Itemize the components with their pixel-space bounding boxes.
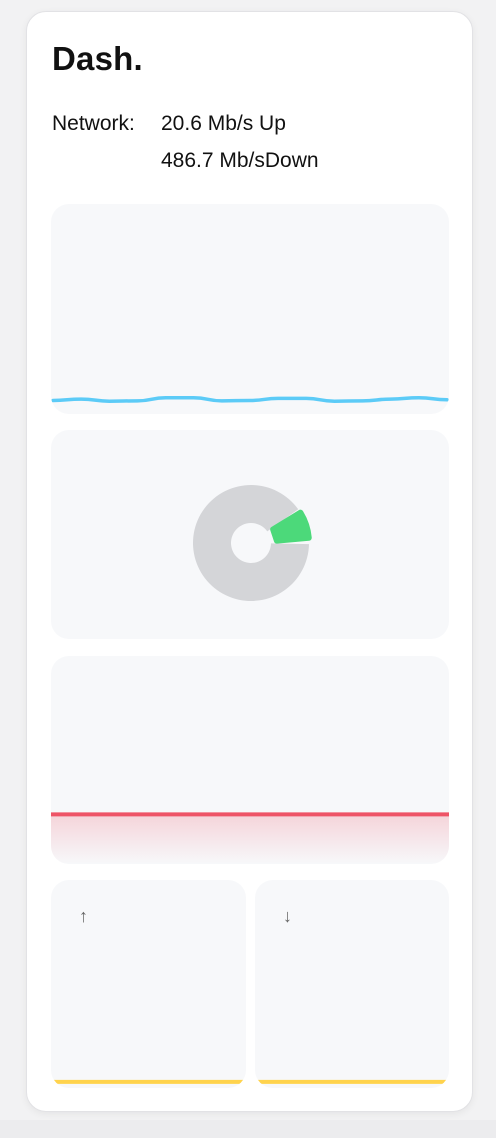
download-card: ↓ (255, 880, 449, 1088)
memory-area-fill (51, 814, 449, 864)
gauge-chart (192, 484, 312, 601)
download-bar-chart (255, 1079, 449, 1084)
gauge-ring (192, 484, 309, 601)
memory-line-chart (51, 812, 449, 864)
page-title: Dash. (52, 40, 143, 77)
upload-card: ↑ (51, 880, 246, 1088)
memory-graph-panel (51, 656, 449, 864)
dashboard-card: Dash. Network: 20.6 Mb/s Up 486.7 Mb/sDo… (26, 11, 473, 1112)
network-download-rate: 486.7 Mb/sDown (161, 149, 319, 172)
network-graph-panel (51, 204, 449, 414)
network-sparkline (51, 395, 449, 403)
upload-bar-chart (51, 1079, 246, 1084)
gauge-panel (51, 430, 449, 639)
page-bottom-shade (0, 1120, 496, 1138)
network-label: Network: (52, 112, 135, 135)
network-upload-rate: 20.6 Mb/s Up (161, 112, 286, 135)
network-sparkline-chart (51, 395, 449, 403)
